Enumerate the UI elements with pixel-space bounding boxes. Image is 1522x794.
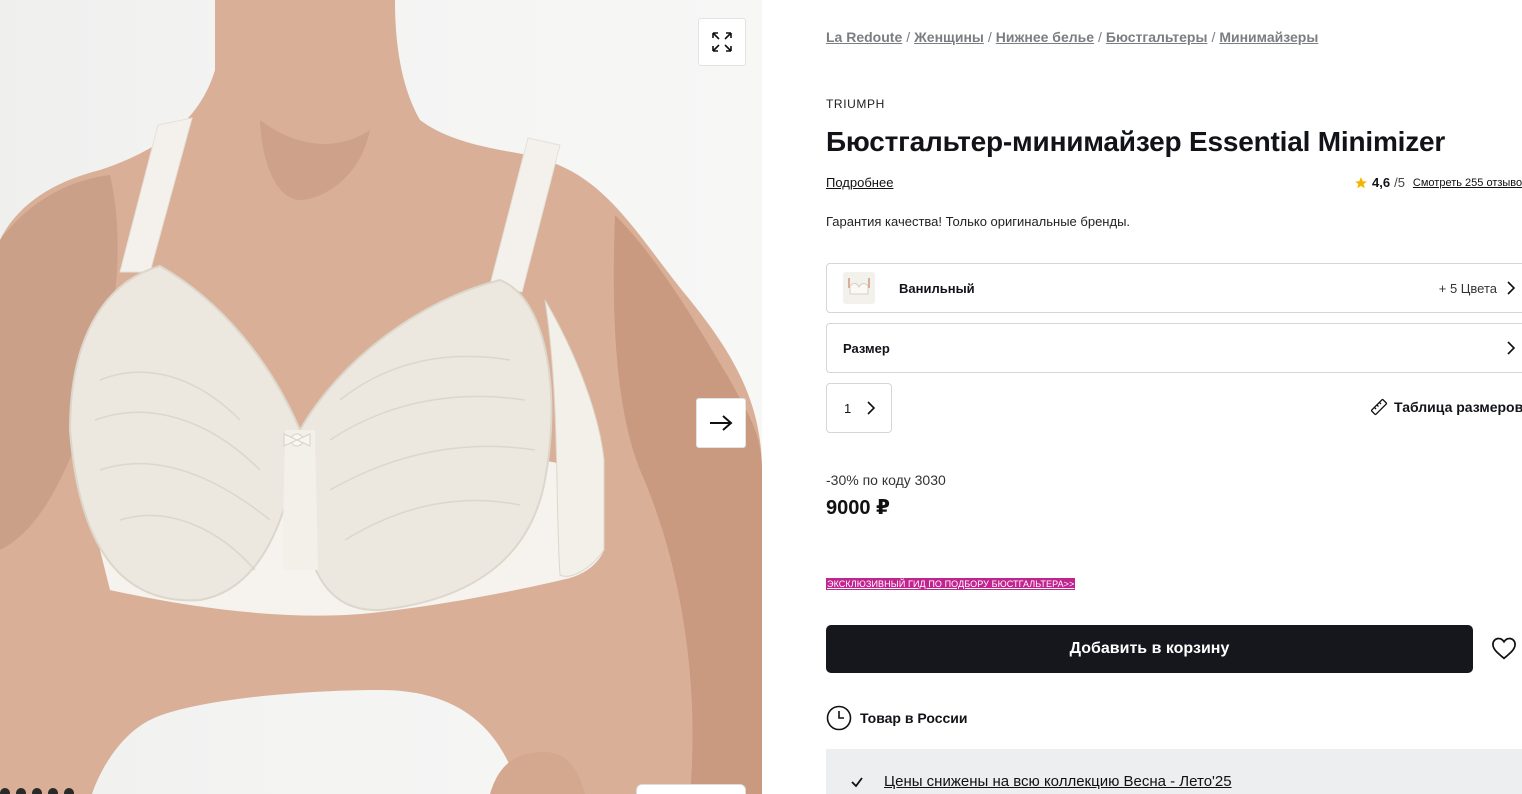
chevron-right-icon — [1507, 341, 1516, 355]
delivery-info: Товар в России — [826, 705, 968, 731]
product-info-panel: La Redoute / Женщины / Нижнее белье / Бюстгаль… — [826, 0, 1522, 794]
breadcrumb-link[interactable]: La Redoute — [826, 29, 902, 45]
ruler-icon — [1370, 398, 1388, 416]
clock-icon — [826, 705, 852, 731]
bra-guide-link[interactable]: ЭКСКЛЮЗИВНЫЙ ГИД ПО ПОДБОРУ БЮСТГАЛЬТЕРА… — [826, 578, 1076, 590]
gallery-dot[interactable] — [0, 788, 10, 794]
gallery-dot[interactable] — [32, 788, 42, 794]
size-selector[interactable]: Размер — [826, 323, 1522, 373]
quality-guarantee-text: Гарантия качества! Только оригинальные б… — [826, 214, 1131, 229]
benefits-panel: Цены снижены на всю коллекцию Весна - Ле… — [826, 749, 1522, 794]
product-photo — [0, 0, 762, 794]
breadcrumb-separator: / — [1098, 29, 1102, 45]
promo-code-text: -30% по коду 3030 — [826, 472, 946, 488]
wishlist-button[interactable] — [1490, 635, 1518, 668]
product-price: 9000 ₽ — [826, 497, 890, 519]
gallery-dot[interactable] — [16, 788, 26, 794]
color-selector[interactable]: Ванильный + 5 Цвета — [826, 263, 1522, 313]
breadcrumb: La Redoute / Женщины / Нижнее белье / Бюстгаль… — [826, 29, 1318, 45]
chevron-right-icon — [867, 401, 876, 415]
chevron-right-icon — [1507, 281, 1516, 295]
size-table-link[interactable]: Таблица размеров — [1370, 398, 1522, 416]
expand-icon — [712, 32, 732, 52]
breadcrumb-link[interactable]: Женщины — [914, 29, 984, 45]
brand-name[interactable]: TRIUMPH — [826, 97, 885, 111]
size-selector-label: Размер — [843, 340, 890, 356]
delivery-label: Товар в России — [860, 710, 968, 726]
reviews-link[interactable]: Смотреть 255 отзыво — [1413, 177, 1522, 189]
benefit-item: Цены снижены на всю коллекцию Весна - Ле… — [850, 773, 1232, 790]
gallery-thumbnail-button[interactable] — [636, 784, 746, 794]
gallery-dot[interactable] — [64, 788, 74, 794]
benefit-link[interactable]: Цены снижены на всю коллекцию Весна - Ле… — [884, 773, 1232, 790]
gallery-dot[interactable] — [48, 788, 58, 794]
more-colors-count: + 5 Цвета — [1438, 280, 1497, 296]
quantity-value: 1 — [844, 400, 852, 416]
arrow-right-icon — [710, 415, 733, 431]
color-swatch-thumbnail — [843, 272, 875, 304]
breadcrumb-separator: / — [987, 29, 992, 45]
expand-image-button[interactable] — [698, 18, 746, 66]
quantity-selector[interactable]: 1 — [826, 383, 892, 433]
breadcrumb-link[interactable]: Бюстгальтеры — [1106, 29, 1208, 45]
breadcrumb-link[interactable]: Нижнее белье — [996, 29, 1094, 45]
product-image-gallery — [0, 0, 762, 794]
heart-icon — [1492, 637, 1516, 660]
check-icon — [851, 776, 863, 787]
star-icon — [1355, 176, 1367, 188]
breadcrumb-separator: / — [1211, 29, 1216, 45]
breadcrumb-link[interactable]: Минимайзеры — [1219, 29, 1318, 45]
gallery-pagination-dots[interactable] — [0, 788, 74, 794]
size-table-label: Таблица размеров — [1394, 399, 1522, 415]
selected-color-name: Ванильный — [899, 280, 975, 296]
product-rating: 4,6 /5 Смотреть 255 отзыво — [1354, 175, 1522, 190]
product-title: Бюстгальтер-минимайзер Essential Minimiz… — [826, 126, 1446, 157]
breadcrumb-separator: / — [906, 29, 911, 45]
more-details-link[interactable]: Подробнее — [826, 175, 893, 190]
next-image-button[interactable] — [696, 398, 746, 448]
rating-value: 4,6 — [1372, 175, 1391, 190]
rating-max: /5 — [1394, 175, 1405, 190]
add-to-cart-button[interactable]: Добавить в корзину — [826, 625, 1473, 673]
